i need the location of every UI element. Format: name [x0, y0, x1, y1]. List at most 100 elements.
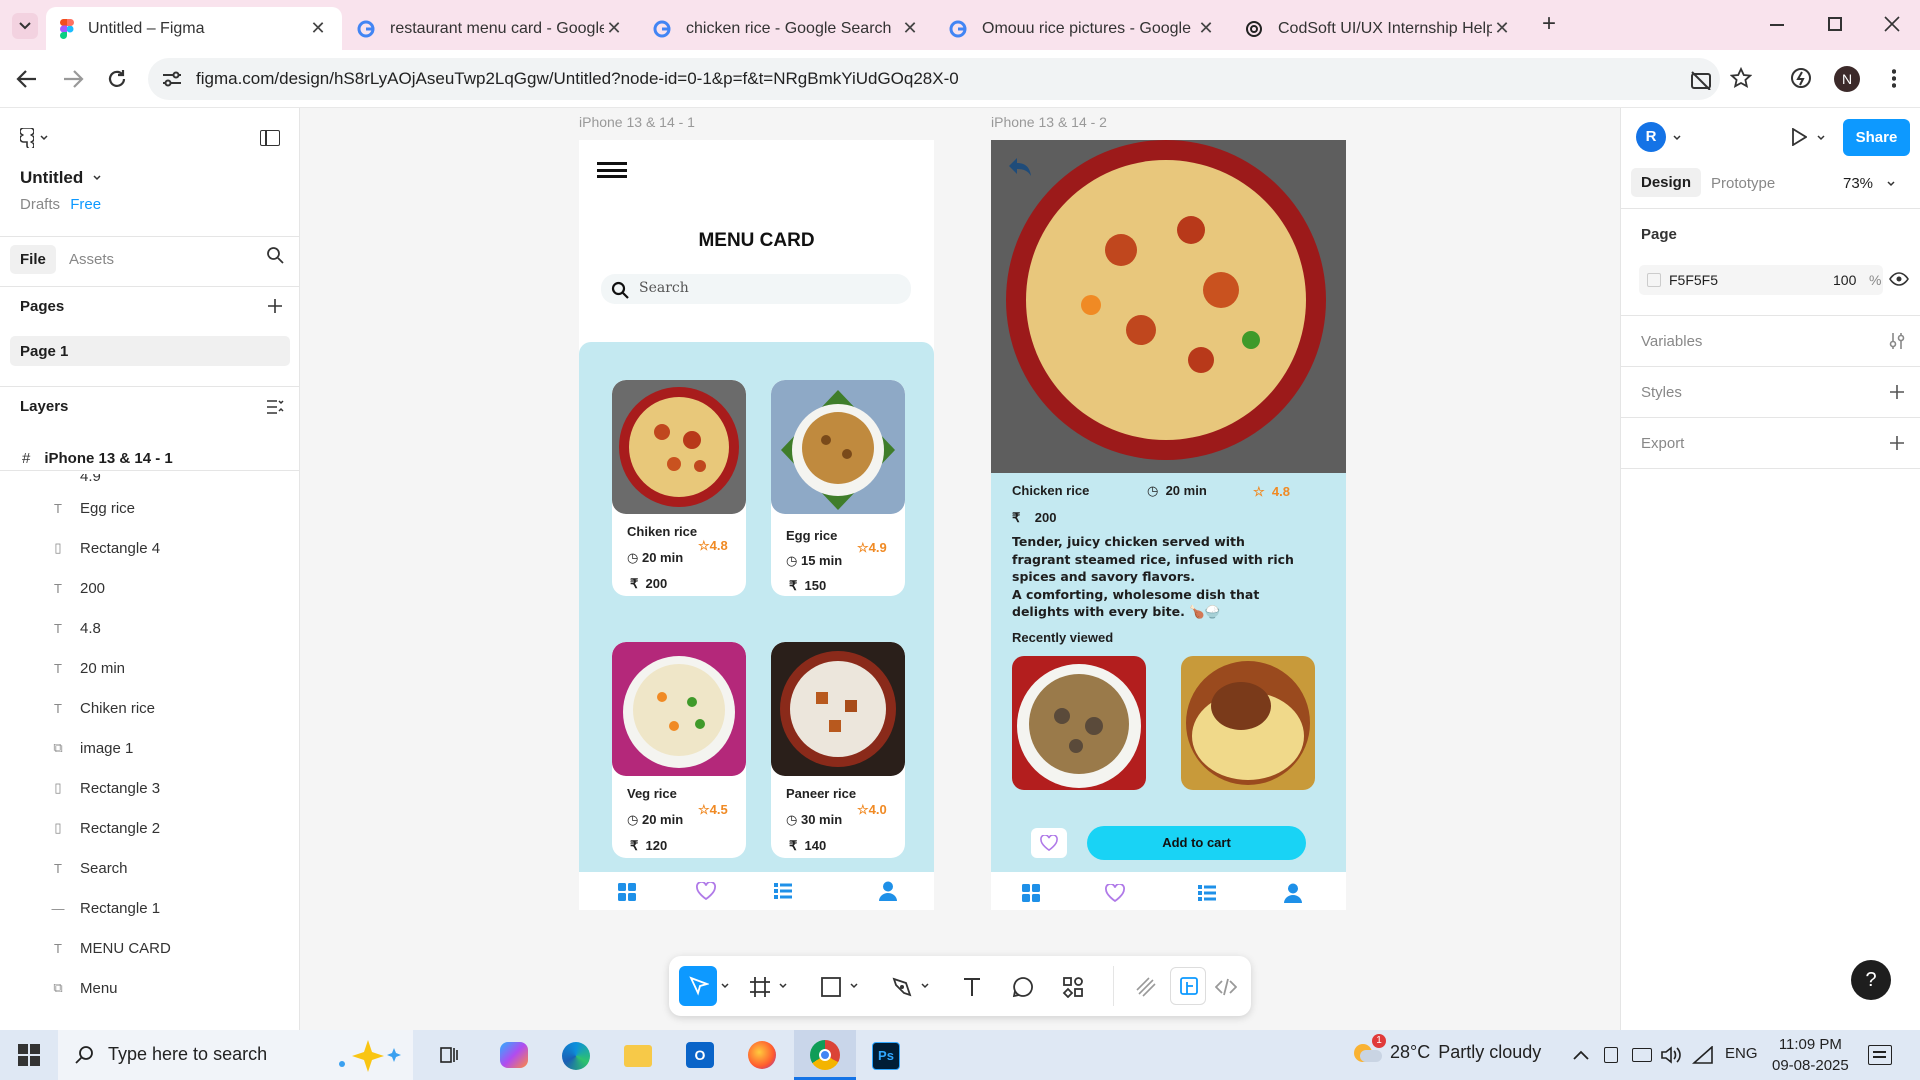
weather-widget[interactable]: 1 28°C Partly cloudy	[1352, 1034, 1541, 1064]
task-view-icon[interactable]	[438, 1044, 460, 1066]
plan-badge[interactable]: Free	[70, 196, 101, 213]
tab-codsoft[interactable]: CodSoft UI/UX Internship Help ✕	[1230, 7, 1526, 50]
zoom-level[interactable]: 73%	[1843, 175, 1895, 192]
taskbar-search-box[interactable]: Type here to search	[58, 1030, 413, 1080]
tab-assets[interactable]: Assets	[69, 251, 114, 268]
file-name[interactable]: Untitled	[20, 168, 101, 188]
user-icon[interactable]	[879, 881, 897, 901]
close-tab-icon[interactable]: ✕	[1492, 18, 1512, 39]
list-icon[interactable]	[1197, 884, 1217, 902]
no-camera-icon[interactable]	[1690, 70, 1712, 90]
back-arrow-icon[interactable]	[16, 69, 38, 89]
search-icon[interactable]	[266, 246, 284, 264]
frame2-label[interactable]: iPhone 13 & 14 - 2	[991, 114, 1107, 130]
add-page-icon[interactable]	[267, 298, 283, 314]
close-window-icon[interactable]	[1884, 16, 1900, 32]
color-hex[interactable]: F5F5F5	[1669, 272, 1718, 288]
layer-item[interactable]: ▯ Rectangle 4	[0, 528, 300, 568]
list-icon[interactable]	[773, 882, 793, 900]
layer-item[interactable]: — Rectangle 1	[0, 888, 300, 928]
firefox-icon[interactable]	[748, 1041, 776, 1069]
recent-item-image-1[interactable]	[1012, 656, 1146, 790]
opacity-value[interactable]: 100	[1833, 272, 1856, 288]
text-tool-icon[interactable]	[961, 976, 983, 998]
design-canvas[interactable]: iPhone 13 & 14 - 1 MENU CARD Search Chik…	[300, 108, 1620, 1030]
close-tab-icon[interactable]: ✕	[308, 18, 328, 39]
chrome-active-app[interactable]	[794, 1030, 856, 1080]
tab-google-omouu[interactable]: Omouu rice pictures - Google S ✕	[934, 7, 1230, 50]
wifi-icon[interactable]	[1692, 1046, 1714, 1064]
minimize-button[interactable]	[1770, 24, 1784, 26]
address-bar[interactable]: figma.com/design/hS8rLyAOjAseuTwp2LqGgw/…	[148, 58, 1720, 100]
favorite-button[interactable]	[1031, 828, 1067, 858]
layer-item[interactable]: ⧉ image 1	[0, 728, 300, 768]
user-avatar[interactable]: R	[1636, 122, 1666, 152]
heart-icon[interactable]	[1105, 884, 1125, 902]
recent-item-image-2[interactable]	[1181, 656, 1315, 790]
move-tool-button[interactable]	[679, 966, 717, 1006]
layer-item[interactable]: T 200	[0, 568, 300, 608]
frame-tool-icon[interactable]	[749, 976, 771, 998]
drafts-link[interactable]: Drafts	[20, 196, 60, 213]
close-tab-icon[interactable]: ✕	[900, 18, 920, 39]
tab-google-menu-card[interactable]: restaurant menu card - Google ✕	[342, 7, 638, 50]
add-export-icon[interactable]	[1889, 435, 1905, 451]
chevron-down-icon[interactable]	[1817, 135, 1825, 141]
close-tab-icon[interactable]: ✕	[1196, 18, 1216, 39]
design-mode-button[interactable]	[1170, 967, 1206, 1005]
frame-item-detail[interactable]: Chicken rice ◷ 20 min ☆ 4.8 ₹ 200 Tender…	[991, 140, 1346, 910]
add-to-cart-button[interactable]: Add to cart	[1087, 826, 1306, 860]
profile-avatar[interactable]: N	[1834, 66, 1860, 92]
share-button[interactable]: Share	[1843, 119, 1910, 156]
layer-item[interactable]: T 20 min	[0, 648, 300, 688]
device-icon[interactable]	[1604, 1047, 1618, 1063]
toggle-sidebar-icon[interactable]	[260, 130, 280, 146]
chevron-down-icon[interactable]	[850, 983, 858, 989]
frame1-label[interactable]: iPhone 13 & 14 - 1	[579, 114, 695, 130]
eye-visibility-icon[interactable]	[1889, 272, 1909, 286]
extensions-icon[interactable]	[1790, 67, 1812, 89]
chevron-down-icon[interactable]	[779, 983, 787, 989]
user-icon[interactable]	[1284, 883, 1302, 903]
tab-file[interactable]: File	[10, 245, 56, 274]
menu-card-chiken-rice[interactable]: Chiken rice ☆4.8 ◷ 20 min ₹ 200	[612, 380, 746, 596]
home-grid-icon[interactable]	[1021, 883, 1041, 903]
layer-item[interactable]: T Search	[0, 848, 300, 888]
layer-item[interactable]: T MENU CARD	[0, 928, 300, 968]
draw-tool-icon[interactable]	[1135, 976, 1157, 998]
menu-card-veg-rice[interactable]: Veg rice ☆4.5 ◷ 20 min ₹ 120	[612, 642, 746, 858]
present-play-icon[interactable]	[1791, 128, 1807, 146]
tab-design[interactable]: Design	[1631, 168, 1702, 197]
chevron-up-icon[interactable]	[1573, 1050, 1589, 1060]
bookmark-star-icon[interactable]	[1730, 67, 1752, 89]
dev-mode-icon[interactable]	[1215, 976, 1237, 998]
page-background-field[interactable]: F5F5F5 100 %	[1639, 265, 1883, 295]
pen-tool-icon[interactable]	[891, 976, 913, 998]
layer-item[interactable]: T Chiken rice	[0, 688, 300, 728]
menu-card-paneer-rice[interactable]: Paneer rice ☆4.0 ◷ 30 min ₹ 140	[771, 642, 905, 858]
clock[interactable]: 11:09 PM 09-08-2025	[1772, 1034, 1849, 1076]
copilot-icon[interactable]	[500, 1042, 528, 1068]
layer-item[interactable]: ▯ Rectangle 3	[0, 768, 300, 808]
tab-prototype[interactable]: Prototype	[1711, 175, 1775, 192]
layer-item[interactable]: T 4.8	[0, 608, 300, 648]
figma-main-menu[interactable]	[20, 128, 48, 148]
rectangle-tool-icon[interactable]	[820, 976, 842, 998]
language-indicator[interactable]: ENG	[1725, 1045, 1758, 1062]
comment-tool-icon[interactable]	[1012, 976, 1034, 998]
color-swatch[interactable]	[1647, 273, 1661, 287]
close-tab-icon[interactable]: ✕	[604, 18, 624, 39]
layer-item[interactable]: T Egg rice	[0, 488, 300, 528]
notifications-icon[interactable]	[1868, 1045, 1892, 1065]
chevron-down-icon[interactable]	[1673, 135, 1681, 141]
frame-menu-card[interactable]: MENU CARD Search Chiken rice ☆4.8 ◷ 20 m…	[579, 140, 934, 910]
help-button[interactable]: ?	[1851, 960, 1891, 1000]
heart-icon[interactable]	[696, 882, 716, 900]
layer-item[interactable]: ⧉ Menu	[0, 968, 300, 1008]
chevron-down-icon[interactable]	[921, 983, 929, 989]
outlook-icon[interactable]: O	[686, 1042, 714, 1068]
search-input[interactable]: Search	[601, 274, 911, 304]
home-grid-icon[interactable]	[617, 882, 637, 902]
new-tab-button[interactable]: +	[1542, 10, 1556, 38]
variables-settings-icon[interactable]	[1889, 332, 1905, 350]
